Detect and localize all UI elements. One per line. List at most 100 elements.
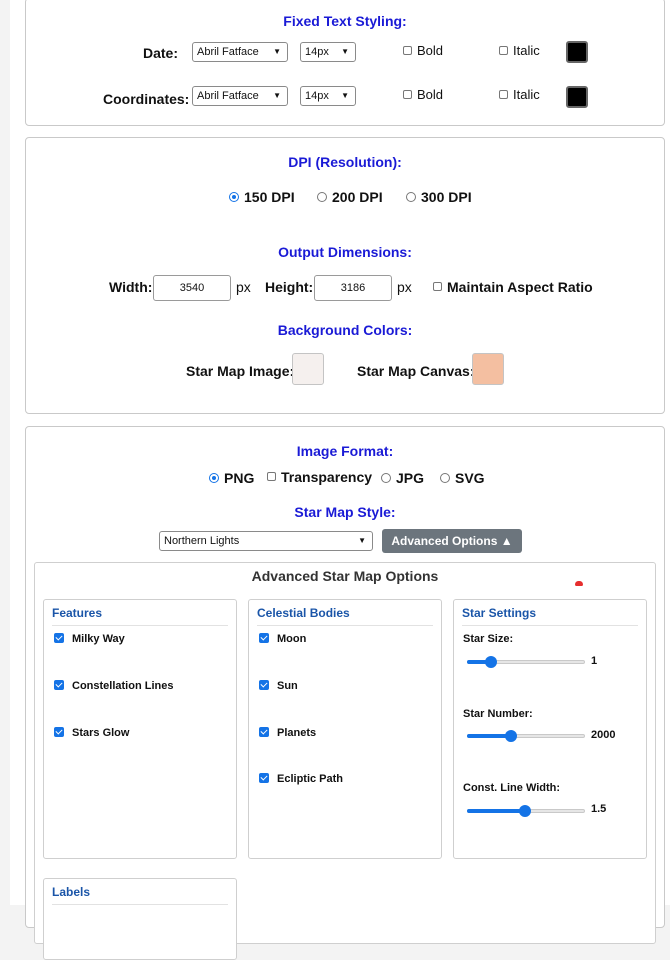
coordinates-bold-label: Bold xyxy=(417,87,444,102)
moon-label: Moon xyxy=(277,633,307,645)
star-size-slider[interactable] xyxy=(467,656,585,668)
height-input[interactable]: 3186 xyxy=(314,275,392,301)
star-map-canvas-color-picker[interactable] xyxy=(472,353,504,385)
date-bold-label: Bold xyxy=(417,43,444,58)
coordinates-label: Coordinates: xyxy=(103,91,190,107)
planets-label: Planets xyxy=(277,727,317,739)
date-bold-option[interactable]: Bold xyxy=(403,43,443,58)
transparency-label: Transparency xyxy=(281,469,373,485)
maintain-aspect-label: Maintain Aspect Ratio xyxy=(447,279,593,295)
date-italic-checkbox[interactable] xyxy=(499,46,508,56)
star-map-style-value: Northern Lights xyxy=(164,535,240,547)
resolution-panel: DPI (Resolution): 150 DPI 200 DPI 300 DP… xyxy=(25,137,665,414)
dpi-300-radio[interactable] xyxy=(406,192,416,203)
dpi-200-radio[interactable] xyxy=(317,192,327,203)
chevron-down-icon: ▼ xyxy=(341,91,349,100)
jpg-radio[interactable] xyxy=(381,473,391,484)
const-line-width-slider[interactable] xyxy=(467,805,585,817)
width-unit: px xyxy=(236,279,251,295)
coordinates-italic-checkbox[interactable] xyxy=(499,90,508,100)
coordinates-font-select[interactable]: Abril Fatface ▼ xyxy=(192,86,288,106)
star-map-image-color-picker[interactable] xyxy=(292,353,324,385)
stars-glow-checkbox[interactable] xyxy=(54,727,64,738)
coordinates-bold-option[interactable]: Bold xyxy=(403,87,443,102)
milky-way-option[interactable]: Milky Way xyxy=(54,633,125,645)
advanced-options-button[interactable]: Advanced Options ▲ xyxy=(382,529,522,553)
advanced-options-title: Advanced Star Map Options xyxy=(251,568,439,584)
dpi-300-label: 300 DPI xyxy=(421,189,472,205)
settings-content: Fixed Text Styling: Date: Abril Fatface … xyxy=(10,0,670,960)
date-color-picker[interactable] xyxy=(566,41,588,63)
advanced-options-box: Advanced Star Map Options Features Milky… xyxy=(34,562,656,960)
const-line-width-label: Const. Line Width: xyxy=(463,782,561,794)
constellation-lines-option[interactable]: Constellation Lines xyxy=(54,680,173,692)
chevron-down-icon: ▼ xyxy=(358,536,366,545)
maintain-aspect-checkbox[interactable] xyxy=(433,281,442,291)
slider-thumb[interactable] xyxy=(484,656,497,668)
coordinates-font-value: Abril Fatface xyxy=(197,90,259,102)
dpi-300-option[interactable]: 300 DPI xyxy=(406,189,472,205)
image-format-heading: Image Format: xyxy=(296,443,394,459)
const-line-width-value: 1.5 xyxy=(591,803,607,815)
star-map-style-select[interactable]: Northern Lights ▼ xyxy=(159,531,373,551)
date-bold-checkbox[interactable] xyxy=(403,46,412,56)
ecliptic-path-label: Ecliptic Path xyxy=(277,773,344,785)
moon-option[interactable]: Moon xyxy=(259,633,306,645)
features-group: Features Milky Way Constellation Lines S… xyxy=(43,599,237,859)
date-italic-option[interactable]: Italic xyxy=(499,43,540,58)
transparency-checkbox[interactable] xyxy=(267,471,276,481)
ecliptic-path-checkbox[interactable] xyxy=(259,773,269,784)
labels-group: Labels xyxy=(43,878,237,960)
star-settings-group: Star Settings Star Size: 1 Star Number: … xyxy=(453,599,647,859)
planets-checkbox[interactable] xyxy=(259,727,269,738)
dpi-heading: DPI (Resolution): xyxy=(288,154,402,170)
ecliptic-path-option[interactable]: Ecliptic Path xyxy=(259,773,343,785)
constellation-lines-label: Constellation Lines xyxy=(72,680,174,692)
fixed-text-heading: Fixed Text Styling: xyxy=(283,13,407,29)
star-number-label: Star Number: xyxy=(463,708,533,720)
png-option[interactable]: PNG xyxy=(209,470,254,486)
slider-thumb[interactable] xyxy=(504,730,517,742)
dpi-150-radio[interactable] xyxy=(229,192,239,203)
constellation-lines-checkbox[interactable] xyxy=(54,680,64,691)
date-label: Date: xyxy=(143,45,179,61)
date-font-value: Abril Fatface xyxy=(197,46,259,58)
star-size-value: 1 xyxy=(591,655,598,667)
sun-option[interactable]: Sun xyxy=(259,680,298,692)
jpg-option[interactable]: JPG xyxy=(381,470,424,486)
coordinates-size-value: 14px xyxy=(305,90,329,102)
png-label: PNG xyxy=(224,470,255,486)
png-radio[interactable] xyxy=(209,473,219,484)
svg-radio[interactable] xyxy=(440,473,450,484)
slider-thumb[interactable] xyxy=(518,805,531,817)
star-size-label: Star Size: xyxy=(463,633,514,645)
star-map-canvas-label: Star Map Canvas: xyxy=(357,363,475,379)
svg-label: SVG xyxy=(455,470,485,486)
svg-option[interactable]: SVG xyxy=(440,470,485,486)
features-heading: Features xyxy=(52,606,228,626)
sun-label: Sun xyxy=(277,680,298,692)
red-indicator-icon xyxy=(575,581,583,586)
coordinates-italic-option[interactable]: Italic xyxy=(499,87,540,102)
maintain-aspect-option[interactable]: Maintain Aspect Ratio xyxy=(433,279,593,295)
milky-way-checkbox[interactable] xyxy=(54,633,64,644)
width-input[interactable]: 3540 xyxy=(153,275,231,301)
sun-checkbox[interactable] xyxy=(259,680,269,691)
star-map-image-label: Star Map Image: xyxy=(186,363,295,379)
coordinates-italic-label: Italic xyxy=(513,87,540,102)
star-number-slider[interactable] xyxy=(467,730,585,742)
planets-option[interactable]: Planets xyxy=(259,727,316,739)
output-dimensions-heading: Output Dimensions: xyxy=(278,244,412,260)
dpi-150-option[interactable]: 150 DPI xyxy=(229,189,295,205)
moon-checkbox[interactable] xyxy=(259,633,269,644)
width-label: Width: xyxy=(109,279,153,295)
stars-glow-option[interactable]: Stars Glow xyxy=(54,727,129,739)
date-size-select[interactable]: 14px ▼ xyxy=(300,42,356,62)
coordinates-bold-checkbox[interactable] xyxy=(403,90,412,100)
dpi-200-option[interactable]: 200 DPI xyxy=(317,189,383,205)
date-font-select[interactable]: Abril Fatface ▼ xyxy=(192,42,288,62)
fixed-text-panel: Fixed Text Styling: Date: Abril Fatface … xyxy=(25,0,665,126)
coordinates-size-select[interactable]: 14px ▼ xyxy=(300,86,356,106)
coordinates-color-picker[interactable] xyxy=(566,86,588,108)
transparency-option[interactable]: Transparency xyxy=(267,469,372,485)
